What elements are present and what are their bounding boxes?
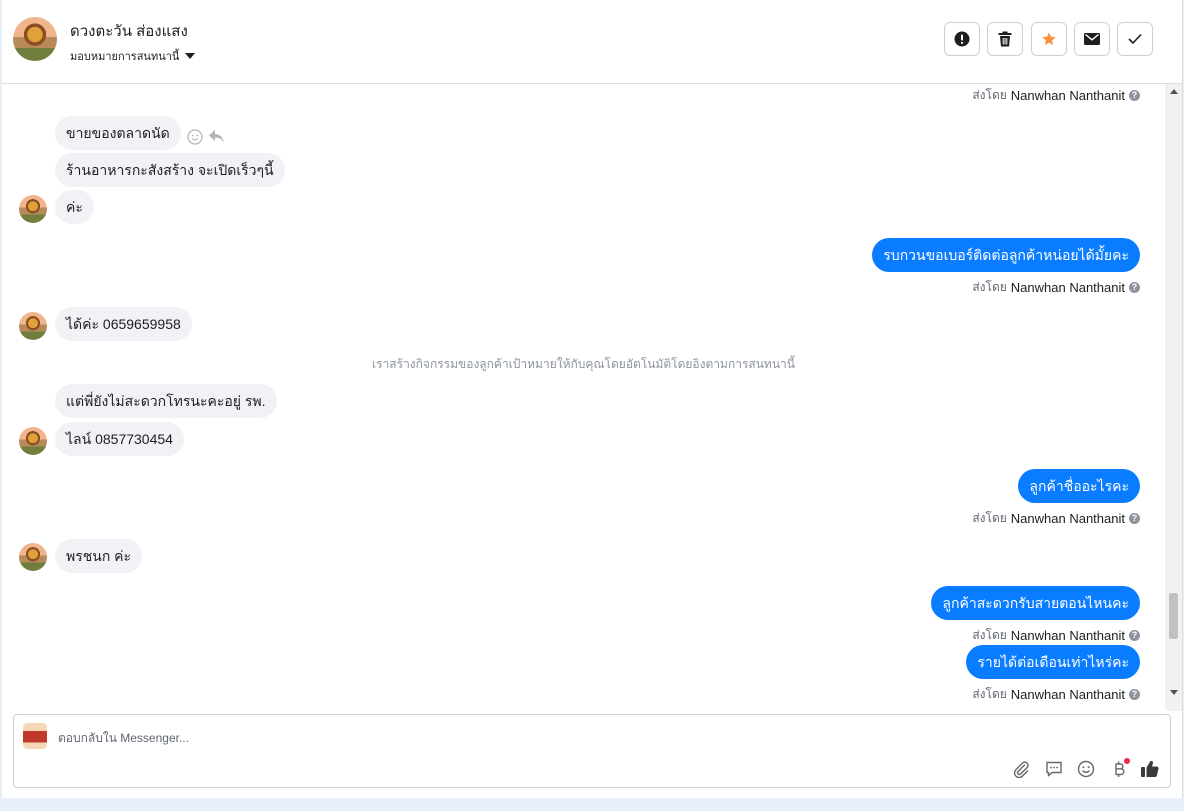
- incoming-message[interactable]: ขายของตลาดนัด: [55, 116, 181, 150]
- help-icon[interactable]: ?: [1129, 90, 1140, 101]
- contact-avatar-small[interactable]: [19, 195, 47, 223]
- scroll-down-arrow-icon[interactable]: [1170, 690, 1178, 695]
- outgoing-message[interactable]: ลูกค้าชื่ออะไรคะ: [1018, 469, 1140, 503]
- reply-icon[interactable]: [208, 129, 225, 144]
- help-icon[interactable]: ?: [1129, 513, 1140, 524]
- incoming-message[interactable]: ได้ค่ะ 0659659958: [55, 307, 192, 341]
- incoming-message[interactable]: ค่ะ: [55, 190, 94, 224]
- exclamation-circle-icon: [954, 31, 970, 47]
- delete-button[interactable]: [987, 22, 1023, 56]
- assign-label: มอบหมายการสนทนานี้: [70, 51, 180, 63]
- outgoing-message[interactable]: ลูกค้าสะดวกรับสายตอนไหนคะ: [931, 586, 1140, 620]
- help-icon[interactable]: ?: [1129, 630, 1140, 641]
- thread-scrollbar[interactable]: [1165, 84, 1182, 711]
- conversation-panel: ดวงตะวัน ส่องแสง มอบหมายการสนทนานี้ ส่งโ…: [2, 0, 1183, 798]
- system-note: เราสร้างกิจกรรมของลูกค้าเป้าหมายให้กับคุ…: [372, 357, 795, 371]
- sent-by-line: ส่งโดย Nanwhan Nanthanit ?: [972, 509, 1140, 528]
- star-button[interactable]: [1031, 22, 1067, 56]
- assign-conversation-dropdown[interactable]: มอบหมายการสนทนานี้: [70, 47, 196, 65]
- message-thread[interactable]: ส่งโดย Nanwhan Nanthanit ? ขายของตลาดนัด…: [2, 84, 1165, 711]
- reply-input[interactable]: [58, 731, 958, 745]
- reply-composer: [13, 714, 1171, 788]
- checkmark-icon: [1128, 33, 1142, 45]
- contact-avatar-small[interactable]: [19, 427, 47, 455]
- emoji-icon: [1077, 760, 1095, 778]
- caret-down-icon: [185, 53, 196, 59]
- help-icon[interactable]: ?: [1129, 282, 1140, 293]
- saved-reply-icon: [1046, 761, 1062, 777]
- trash-icon: [998, 31, 1012, 47]
- like-button[interactable]: [1139, 758, 1161, 780]
- sent-by-line: ส่งโดย Nanwhan Nanthanit ?: [972, 685, 1140, 704]
- help-icon[interactable]: ?: [1129, 689, 1140, 700]
- outgoing-message[interactable]: รบกวนขอเบอร์ติดต่อลูกค้าหน่อยได้มั้ยคะ: [872, 238, 1140, 272]
- email-button[interactable]: [1074, 22, 1110, 56]
- star-icon: [1042, 32, 1056, 45]
- sent-by-line: ส่งโดย Nanwhan Nanthanit ?: [972, 278, 1140, 297]
- done-button[interactable]: [1117, 22, 1153, 56]
- conversation-header: ดวงตะวัน ส่องแสง มอบหมายการสนทนานี้: [2, 0, 1182, 84]
- report-button[interactable]: [944, 22, 980, 56]
- notification-dot: [1124, 758, 1130, 764]
- contact-name[interactable]: ดวงตะวัน ส่องแสง: [70, 19, 188, 43]
- incoming-message[interactable]: พรชนก ค่ะ: [55, 539, 143, 573]
- incoming-message[interactable]: ไลน์ 0857730454: [55, 422, 184, 456]
- contact-avatar-small[interactable]: [19, 543, 47, 571]
- emoji-button[interactable]: [1075, 758, 1097, 780]
- outgoing-message[interactable]: รายได้ต่อเดือนเท่าไหร่คะ: [966, 645, 1140, 679]
- envelope-icon: [1084, 33, 1100, 45]
- contact-avatar-small[interactable]: [19, 312, 47, 340]
- incoming-message[interactable]: แต่พี่ยังไม่สะดวกโทรนะคะอยู่ รพ.: [55, 384, 277, 418]
- scrollbar-thumb[interactable]: [1169, 593, 1178, 639]
- react-emoji-icon[interactable]: [187, 129, 203, 145]
- incoming-message[interactable]: ร้านอาหารกะสังสร้าง จะเปิดเร็วๆนี้: [55, 153, 285, 187]
- saved-reply-button[interactable]: [1043, 758, 1065, 780]
- attach-file-button[interactable]: [1010, 758, 1032, 780]
- sent-by-line: ส่งโดย Nanwhan Nanthanit ?: [972, 626, 1140, 645]
- contact-avatar[interactable]: [13, 17, 57, 61]
- payment-button[interactable]: [1108, 758, 1130, 780]
- page-avatar: [23, 723, 47, 749]
- paperclip-icon: [1013, 761, 1029, 778]
- sent-by-line: ส่งโดย Nanwhan Nanthanit ?: [972, 86, 1140, 105]
- scroll-up-arrow-icon[interactable]: [1170, 89, 1178, 94]
- thumbs-up-icon: [1141, 760, 1159, 778]
